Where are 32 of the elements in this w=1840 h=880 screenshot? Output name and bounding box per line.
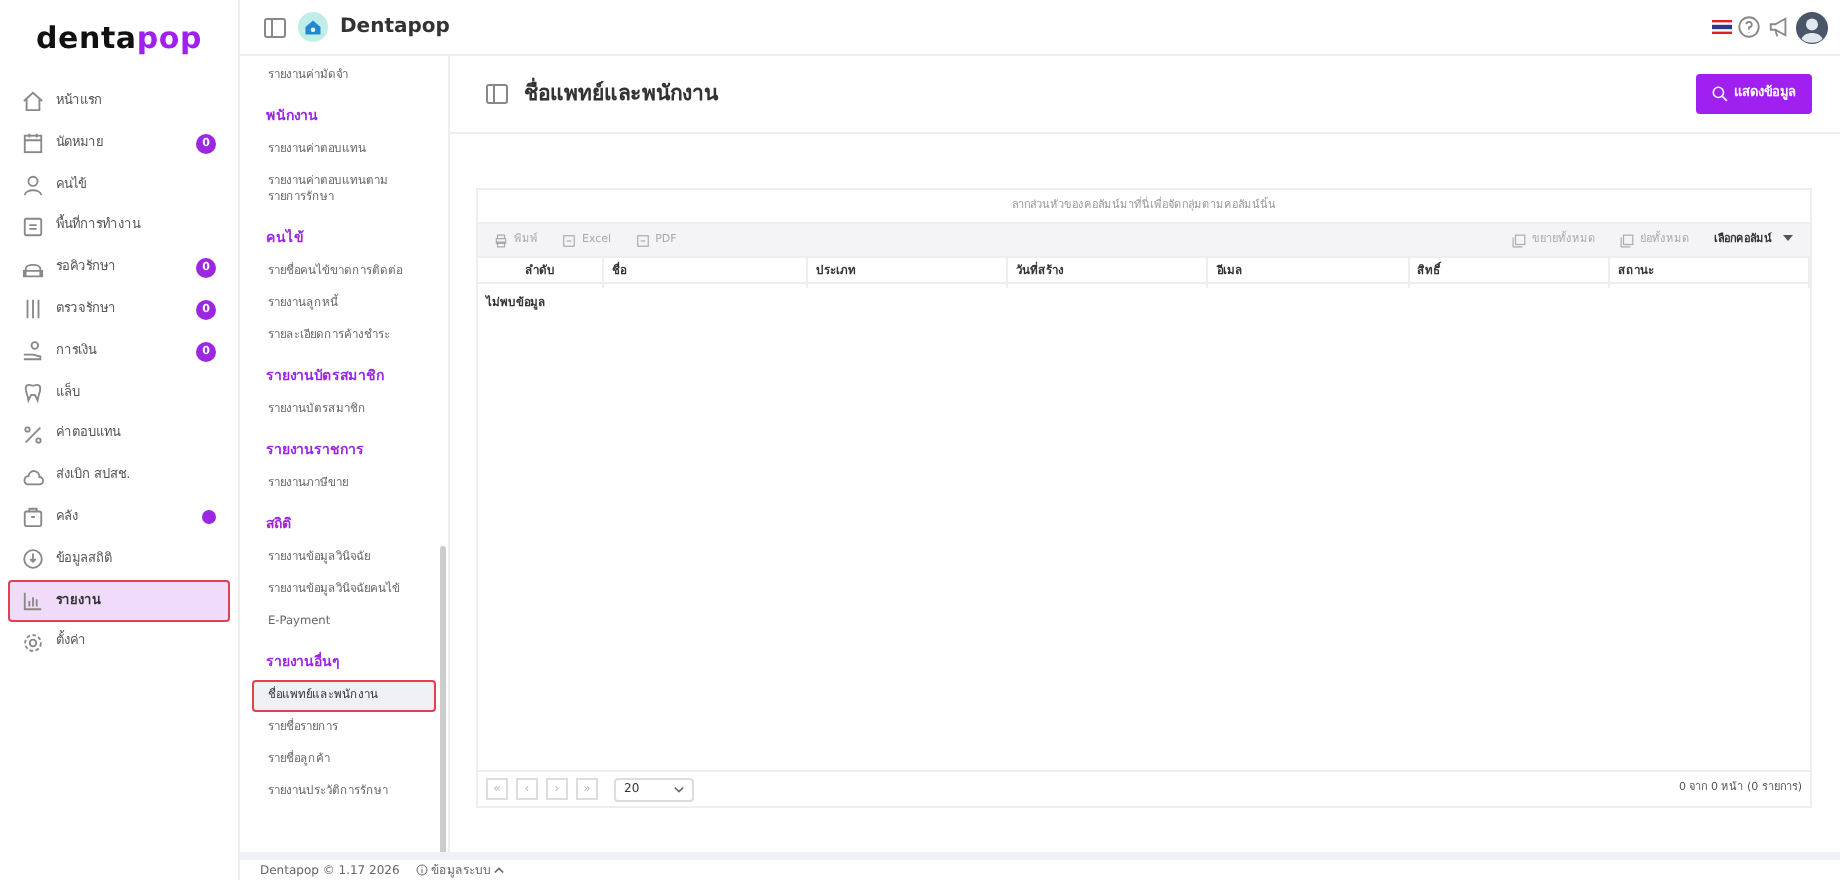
megaphone-icon[interactable]: [1767, 16, 1789, 38]
avatar-icon[interactable]: [1796, 11, 1828, 43]
box-icon: [22, 506, 44, 529]
calendar-icon: [22, 132, 44, 155]
search-icon: [1712, 86, 1728, 102]
copy-icon: [1512, 233, 1526, 247]
person-icon: [22, 173, 44, 196]
page-title: ชื่อแพทย์และพนักงาน: [524, 81, 718, 107]
logo: dentapop: [33, 18, 205, 60]
hand-coin-icon: [22, 340, 44, 363]
chart-icon: [22, 589, 44, 612]
house-logo-icon: [298, 12, 328, 42]
clinic-name: Dentapop: [340, 14, 450, 42]
chevron-down-icon: [674, 785, 684, 793]
chevron-up-icon: [494, 866, 505, 874]
thai-flag-icon[interactable]: [1711, 20, 1731, 34]
tooth-icon: [22, 381, 44, 404]
file-icon: [562, 233, 576, 247]
sidebar-toggle-icon[interactable]: [486, 84, 508, 104]
scrollbar[interactable]: [440, 546, 446, 852]
help-icon[interactable]: [1738, 16, 1760, 38]
percent-icon: [22, 423, 44, 446]
cloud-icon: [22, 465, 44, 488]
file-icon: [635, 233, 650, 247]
board-icon: [22, 215, 44, 238]
sidebar-toggle-icon[interactable]: [264, 17, 286, 37]
printer-icon: [494, 233, 508, 247]
caret-icon: [1782, 231, 1794, 244]
copy-icon: [1620, 233, 1634, 247]
gear-icon: [22, 631, 44, 654]
home-icon: [22, 90, 44, 113]
info-icon: [415, 864, 428, 876]
